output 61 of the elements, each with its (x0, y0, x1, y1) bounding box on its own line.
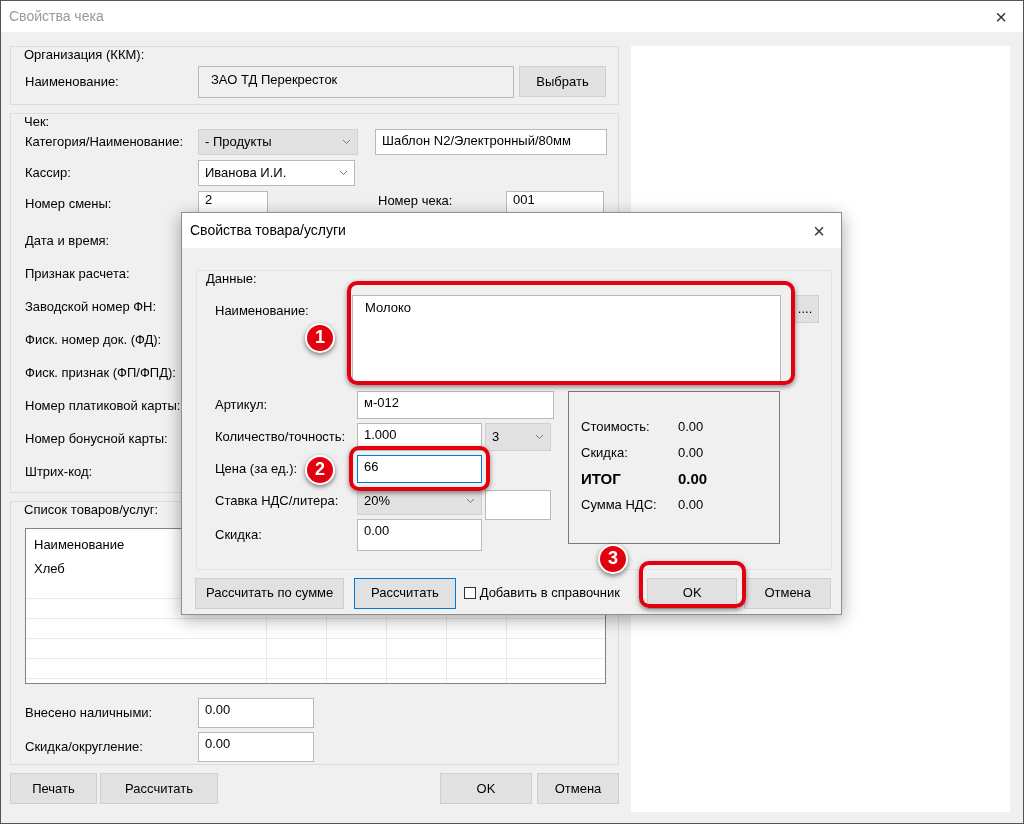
input-field[interactable]: 0.00 (198, 731, 314, 762)
name-textarea[interactable]: Молоко (352, 294, 782, 383)
input-field[interactable] (485, 489, 551, 520)
field-label: Признак расчета: (25, 266, 131, 282)
calculate-button[interactable]: Рассчитать (100, 773, 218, 805)
summary-value: 0.00 (678, 496, 704, 513)
cancel-button[interactable]: Отмена (744, 577, 831, 609)
ok-button[interactable]: OK (440, 773, 532, 805)
field-label: Номер чека: (378, 193, 454, 209)
field-label: Фиск. признак (ФП/ФПД): (25, 365, 177, 381)
select-button[interactable]: Выбрать (519, 66, 606, 98)
close-button[interactable]: × (797, 213, 841, 248)
input-field[interactable]: м-012 (357, 390, 554, 419)
field-label: Скидка: (215, 526, 262, 542)
field-label: Наименование: (215, 302, 309, 318)
field-label: Цена (за ед.): (215, 460, 298, 476)
calculate-button[interactable]: Рассчитать (354, 577, 456, 609)
window-title: Свойства чека (9, 8, 104, 25)
print-button[interactable]: Печать (10, 773, 97, 805)
column-header: Наименование (34, 536, 125, 552)
caret-icon (466, 497, 475, 504)
cancel-button[interactable]: Отмена (537, 773, 619, 805)
field-label: Скидка/округление: (25, 739, 144, 755)
summary-label: Сумма НДС: (581, 496, 658, 513)
field-label: Штрих-код: (25, 464, 94, 480)
field-label: Наименование: (25, 73, 120, 90)
field-label: Категория/Наименование: (25, 134, 185, 150)
summary-value: 0.00 (678, 469, 708, 488)
checkbox[interactable]: Добавить в справочник (463, 585, 620, 601)
field-label: Количество/точность: (215, 428, 346, 444)
input-field[interactable]: Шаблон N2/Электронный/80мм (375, 129, 607, 156)
field-label: Кассир: (25, 165, 72, 181)
step-badge: 3 (598, 544, 628, 574)
caret-icon (342, 139, 351, 146)
close-button[interactable]: × (979, 1, 1023, 32)
input-field[interactable]: 66 (357, 454, 482, 483)
summary-label: Скидка: (581, 444, 629, 461)
calculate-by-sum-button[interactable]: Рассчитать по сумме (195, 577, 345, 609)
input-field[interactable]: 0.00 (198, 697, 314, 728)
field-label: Артикул: (215, 396, 268, 412)
step-badge: 1 (305, 323, 335, 353)
field-label: Номер бонусной карты: (25, 431, 169, 447)
field-label: Заводской номер ФН: (25, 299, 158, 315)
table-cell: Хлеб (34, 560, 65, 576)
summary-value: 0.00 (678, 418, 704, 435)
caret-icon (535, 433, 544, 440)
dropdown[interactable]: Иванова И.И. (198, 160, 355, 187)
field-label: Ставка НДС/литера: (215, 492, 339, 508)
input-field: ЗАО ТД Перекресток (198, 65, 514, 98)
input-field[interactable]: 0.00 (357, 518, 482, 551)
field-label: Фиск. номер док. (ФД): (25, 332, 163, 348)
field-label: Внесено наличными: (25, 705, 154, 721)
summary-value: 0.00 (678, 444, 704, 461)
dialog-title: Свойства товара/услуги (190, 222, 346, 239)
caret-icon (339, 170, 348, 177)
summary-label: ИТОГ (581, 469, 622, 488)
summary-label: Стоимость: (581, 418, 651, 435)
field-label: Дата и время: (25, 233, 111, 249)
step-badge: 2 (305, 455, 335, 485)
field-label: Номер платиковой карты: (25, 398, 182, 414)
field-label: Номер смены: (25, 196, 113, 212)
